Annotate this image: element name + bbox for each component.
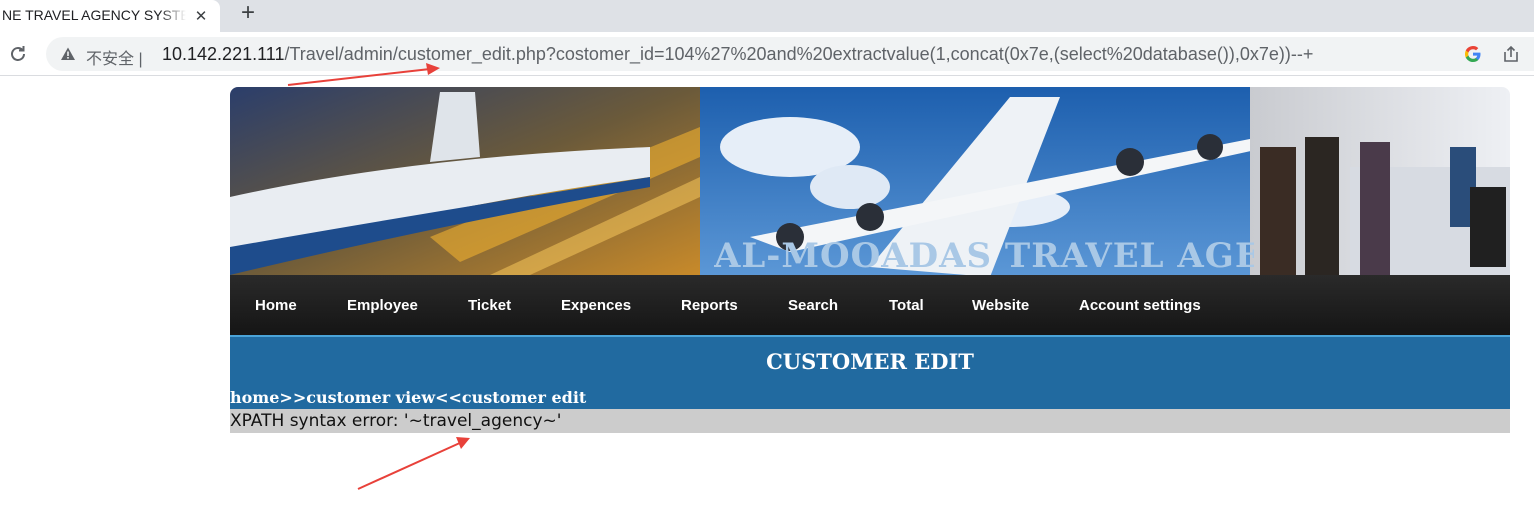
main-nav: Home Employee Ticket Expences Reports Se…	[230, 275, 1510, 337]
url-path: /Travel/admin/customer_edit.php?costomer…	[284, 44, 1314, 64]
breadcrumb-bar: home>>customer view<<customer edit	[230, 385, 1510, 409]
browser-toolbar: 不安全 | 10.142.221.111/Travel/admin/custom…	[0, 32, 1534, 76]
travel-site: AL-MOOADAS TRAVEL AGENCY Home Employee T…	[230, 87, 1510, 433]
url-host: 10.142.221.111	[162, 44, 285, 64]
nav-reports[interactable]: Reports	[681, 297, 738, 314]
tab-title-fade	[160, 4, 186, 28]
tab-title: NE TRAVEL AGENCY SYSTEM	[2, 7, 186, 23]
warning-icon[interactable]	[60, 46, 76, 62]
google-icon[interactable]	[1464, 45, 1482, 63]
error-message: XPATH syntax error: '~travel_agency~'	[230, 411, 562, 431]
nav-ticket[interactable]: Ticket	[468, 297, 511, 314]
browser-tab-strip: NE TRAVEL AGENCY SYSTEM ✕ +	[0, 0, 1534, 32]
share-icon[interactable]	[1502, 45, 1520, 63]
nav-home[interactable]: Home	[255, 297, 297, 314]
nav-expences[interactable]: Expences	[561, 297, 631, 314]
nav-website[interactable]: Website	[972, 297, 1029, 314]
reload-icon[interactable]	[6, 42, 30, 66]
nav-total[interactable]: Total	[889, 297, 924, 314]
nav-employee[interactable]: Employee	[347, 297, 418, 314]
header-banner: AL-MOOADAS TRAVEL AGENCY	[230, 87, 1510, 275]
breadcrumb: home>>customer view<<customer edit	[230, 388, 587, 407]
error-bar: XPATH syntax error: '~travel_agency~'	[230, 409, 1510, 433]
banner-title: AL-MOOADAS TRAVEL AGENCY	[714, 237, 1254, 275]
not-secure-label[interactable]: 不安全 |	[86, 45, 143, 69]
nav-account-settings[interactable]: Account settings	[1079, 297, 1201, 314]
page-title-bar: CUSTOMER EDIT	[230, 337, 1510, 385]
nav-search[interactable]: Search	[788, 297, 838, 314]
page-title: CUSTOMER EDIT	[766, 349, 974, 374]
browser-tab[interactable]: NE TRAVEL AGENCY SYSTEM ✕	[0, 0, 220, 32]
arrow-to-error	[357, 437, 470, 490]
new-tab-button[interactable]: +	[235, 1, 261, 27]
url-text[interactable]: 10.142.221.111/Travel/admin/customer_edi…	[162, 44, 1352, 65]
close-tab-icon[interactable]: ✕	[190, 5, 212, 27]
address-bar[interactable]: 不安全 | 10.142.221.111/Travel/admin/custom…	[46, 37, 1534, 71]
